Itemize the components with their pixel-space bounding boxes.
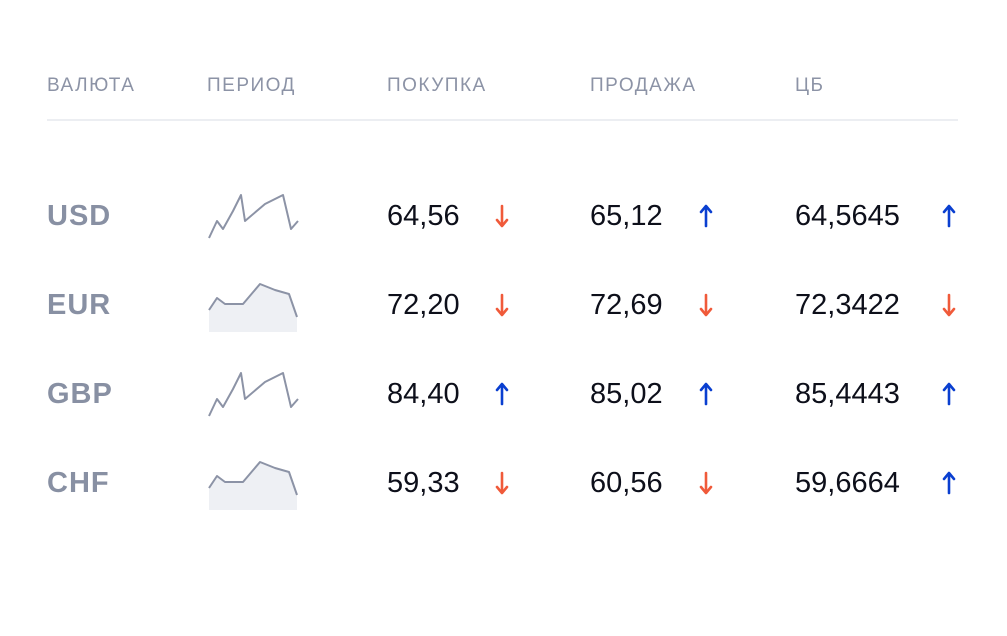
arrow-down-icon (699, 293, 713, 317)
column-header-sell[interactable]: ПРОДАЖА (590, 72, 697, 100)
sparkline-line (208, 194, 299, 239)
arrow-up-icon (942, 382, 956, 406)
buy-rate: 72,20 (387, 289, 460, 321)
currency-code: GBP (47, 378, 113, 410)
column-header-cb[interactable]: ЦБ (795, 72, 825, 100)
column-header-currency[interactable]: ВАЛЮТА (47, 72, 135, 100)
sparkline-chart (208, 283, 298, 332)
buy-rate: 64,56 (387, 200, 460, 232)
sparkline-chart (208, 461, 298, 510)
cb-rate: 59,6664 (795, 467, 900, 499)
buy-rate: 84,40 (387, 378, 460, 410)
column-header-buy[interactable]: ПОКУПКА (387, 72, 487, 100)
sparkline-chart (208, 194, 299, 239)
sell-rate: 85,02 (590, 378, 663, 410)
sparkline-chart (208, 372, 299, 417)
sell-rate: 65,12 (590, 200, 663, 232)
arrow-up-icon (942, 204, 956, 228)
currency-code: EUR (47, 289, 112, 321)
header-divider (47, 119, 958, 121)
currency-row-gbp[interactable]: GBP 84,40 85,02 85,4443 (0, 364, 1007, 424)
currency-row-chf[interactable]: CHF 59,33 60,56 59,6664 (0, 453, 1007, 513)
cb-rate: 64,5645 (795, 200, 900, 232)
cb-rate: 72,3422 (795, 289, 900, 321)
sparkline-line (208, 372, 299, 417)
currency-code: CHF (47, 467, 110, 499)
table-header: ВАЛЮТА ПЕРИОД ПОКУПКА ПРОДАЖА ЦБ (0, 72, 1007, 102)
sell-rate: 60,56 (590, 467, 663, 499)
sell-rate: 72,69 (590, 289, 663, 321)
arrow-up-icon (942, 471, 956, 495)
currency-code: USD (47, 200, 112, 232)
cb-rate: 85,4443 (795, 378, 900, 410)
buy-rate: 59,33 (387, 467, 460, 499)
arrow-down-icon (495, 471, 509, 495)
arrow-down-icon (942, 293, 956, 317)
arrow-down-icon (495, 293, 509, 317)
currency-row-usd[interactable]: USD 64,56 65,12 64,5645 (0, 186, 1007, 246)
column-header-period[interactable]: ПЕРИОД (207, 72, 296, 100)
currency-row-eur[interactable]: EUR 72,20 72,69 72,3422 (0, 275, 1007, 335)
arrow-up-icon (699, 382, 713, 406)
arrow-up-icon (495, 382, 509, 406)
arrow-down-icon (495, 204, 509, 228)
arrow-down-icon (699, 471, 713, 495)
arrow-up-icon (699, 204, 713, 228)
